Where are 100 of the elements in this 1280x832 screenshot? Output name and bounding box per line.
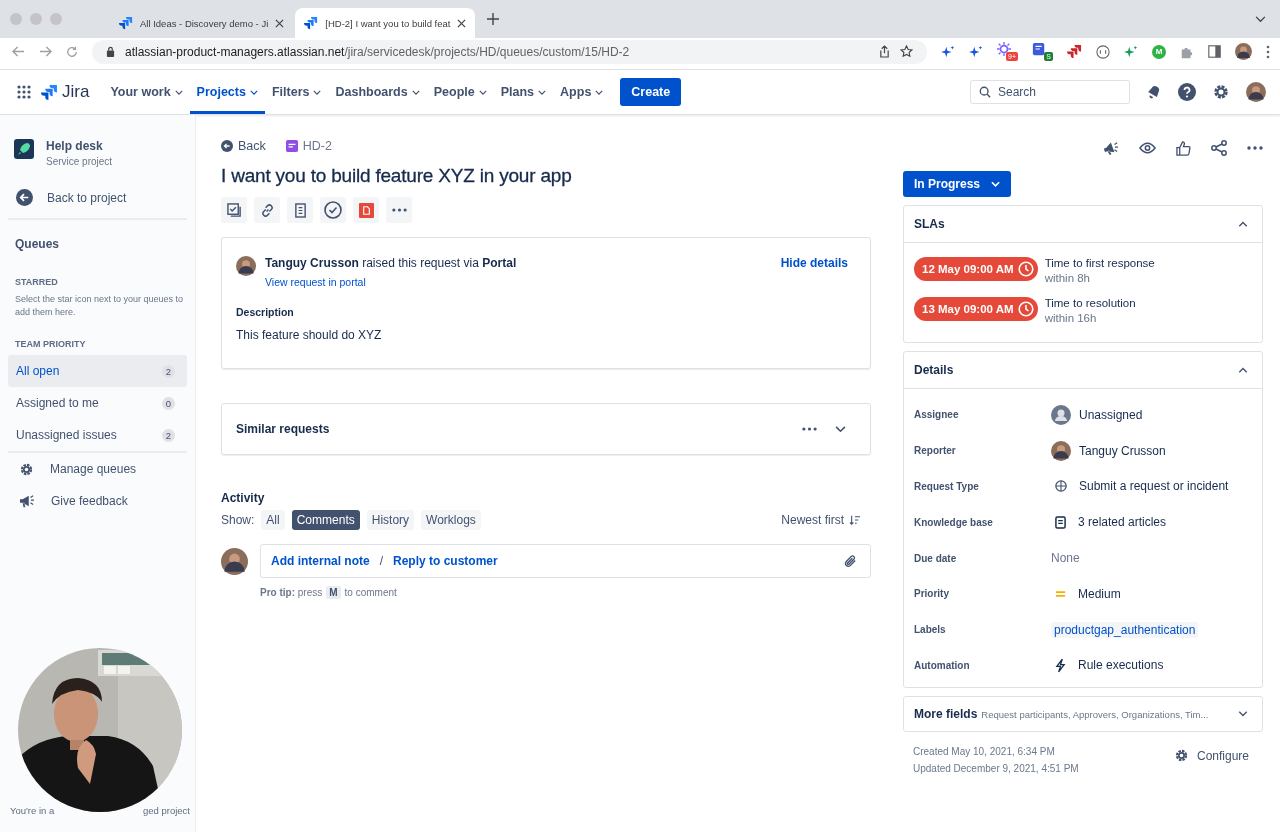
app-button[interactable] bbox=[353, 197, 379, 223]
queue-item[interactable]: Assigned to me 0 bbox=[8, 387, 187, 419]
back-arrow-icon bbox=[221, 140, 233, 152]
new-tab-icon[interactable] bbox=[487, 13, 500, 25]
sla-name: Time to resolution bbox=[1044, 297, 1136, 309]
side-panel-icon[interactable] bbox=[1208, 45, 1221, 58]
sidebar-action[interactable]: Manage queues bbox=[8, 453, 187, 485]
field-value[interactable]: Submit a request or incident bbox=[1079, 479, 1229, 494]
field-label: Request Type bbox=[914, 481, 980, 492]
thumbs-up-icon[interactable] bbox=[1176, 140, 1191, 156]
close-icon[interactable] bbox=[457, 18, 467, 28]
search-field[interactable]: Search bbox=[970, 80, 1130, 104]
chevron-down-icon bbox=[249, 89, 258, 95]
queue-item[interactable]: All open 2 bbox=[8, 355, 187, 387]
app-switcher-icon[interactable] bbox=[17, 85, 31, 99]
subtask-button[interactable] bbox=[221, 197, 247, 223]
footer-text: You're in a bbox=[10, 805, 55, 816]
reply-to-customer-link[interactable]: Reply to customer bbox=[393, 554, 498, 568]
document-button[interactable] bbox=[287, 197, 313, 223]
queue-item[interactable]: Unassigned issues 2 bbox=[8, 419, 187, 451]
user-avatar bbox=[1051, 440, 1071, 461]
created-date: Created May 10, 2021, 6:34 PM bbox=[913, 746, 1056, 758]
more-vertical-icon[interactable] bbox=[1266, 44, 1270, 59]
activity-filter[interactable]: Comments bbox=[291, 510, 360, 530]
more-icon[interactable] bbox=[802, 427, 817, 431]
lightning-icon bbox=[1055, 657, 1066, 673]
priority-medium-icon bbox=[1055, 589, 1066, 598]
chevron-icon[interactable] bbox=[1238, 367, 1248, 373]
share-icon[interactable] bbox=[1211, 140, 1227, 156]
comment-field[interactable]: Add internal note / Reply to customer bbox=[260, 544, 871, 578]
share-icon[interactable] bbox=[879, 45, 890, 58]
user-avatar[interactable] bbox=[1246, 82, 1266, 102]
ring-icon[interactable] bbox=[1096, 44, 1110, 59]
star-icon[interactable] bbox=[900, 45, 913, 58]
resolve-button[interactable] bbox=[320, 197, 346, 223]
status-dropdown[interactable]: In Progress bbox=[903, 171, 1012, 197]
activity-filter[interactable]: Worklogs bbox=[421, 510, 481, 530]
nav-menu-item[interactable]: Your work bbox=[103, 70, 190, 114]
back-arrow-icon[interactable] bbox=[12, 46, 25, 57]
nav-menu-item[interactable]: Projects bbox=[189, 70, 265, 114]
nav-menu-item[interactable]: Plans bbox=[493, 70, 554, 114]
megaphone-icon[interactable] bbox=[1103, 141, 1119, 155]
field-value[interactable]: None bbox=[1051, 551, 1080, 566]
sidebar-action[interactable]: Give feedback bbox=[8, 485, 187, 517]
nav-menu-item[interactable]: Apps bbox=[553, 70, 611, 114]
configure-button[interactable]: Configure bbox=[1173, 748, 1249, 764]
project-name[interactable]: Help desk bbox=[46, 139, 113, 153]
field-value[interactable]: Unassigned bbox=[1079, 407, 1143, 422]
browser-tab[interactable]: [HD-2] I want you to build feat bbox=[295, 8, 476, 38]
help-icon[interactable] bbox=[1178, 83, 1196, 101]
field-value[interactable]: Medium bbox=[1078, 586, 1121, 601]
sparkle-icon[interactable] bbox=[1124, 44, 1138, 59]
product-logo[interactable]: Jira bbox=[41, 82, 90, 102]
more-button[interactable] bbox=[386, 197, 412, 223]
bell-icon[interactable] bbox=[1146, 84, 1162, 100]
close-icon[interactable] bbox=[275, 18, 285, 28]
eye-icon[interactable] bbox=[1139, 142, 1156, 154]
field-value[interactable]: 3 related articles bbox=[1078, 515, 1167, 530]
more-icon[interactable] bbox=[1247, 146, 1263, 150]
nav-menu-item[interactable]: Filters bbox=[264, 70, 329, 114]
back-to-project-link[interactable]: Back to project bbox=[16, 189, 187, 206]
stacked-arrows-icon[interactable] bbox=[1067, 44, 1082, 59]
checkbox-stack-icon bbox=[226, 202, 242, 218]
field-label: Description bbox=[236, 306, 295, 318]
nav-menu-item[interactable]: People bbox=[426, 70, 494, 114]
forward-arrow-icon[interactable] bbox=[39, 46, 52, 57]
field-value[interactable]: Tanguy Crusson bbox=[1079, 443, 1166, 458]
jira-logo-icon bbox=[119, 16, 133, 30]
profile-avatar[interactable] bbox=[1235, 43, 1252, 60]
address-field[interactable]: atlassian-product-managers.atlassian.net/jira/servicedesk/projects/HD/queues/custom/15/HD-2 bbox=[92, 39, 927, 64]
sla-goal: within 8h bbox=[1044, 272, 1091, 284]
project-type: Service project bbox=[46, 156, 113, 167]
label-tag[interactable]: productgap_authentication bbox=[1051, 621, 1199, 638]
issue-title[interactable]: I want you to build feature XYZ in your app bbox=[221, 165, 871, 187]
paperclip-icon[interactable] bbox=[843, 553, 858, 569]
activity-filter[interactable]: All bbox=[261, 510, 285, 530]
reload-icon[interactable] bbox=[66, 45, 78, 58]
nav-menu-item[interactable]: Dashboards bbox=[328, 70, 427, 114]
globe-icon bbox=[1055, 480, 1067, 493]
back-link[interactable]: Back bbox=[221, 139, 266, 153]
link-button[interactable] bbox=[254, 197, 280, 223]
settings-icon[interactable] bbox=[1212, 83, 1230, 101]
tip-text: to comment bbox=[344, 587, 397, 598]
separator-text: / bbox=[379, 554, 383, 568]
sparkle-icon[interactable] bbox=[969, 44, 983, 59]
hide-details-link[interactable]: Hide details bbox=[780, 256, 848, 270]
chevron-down-icon[interactable] bbox=[1255, 16, 1266, 23]
activity-filter[interactable]: History bbox=[366, 510, 415, 530]
view-in-portal-link[interactable]: View request in portal bbox=[265, 276, 517, 288]
sparkle-icon[interactable] bbox=[941, 44, 955, 59]
chevron-icon[interactable] bbox=[1238, 711, 1248, 718]
create-button[interactable]: Create bbox=[620, 78, 682, 106]
field-value[interactable]: Rule executions bbox=[1078, 658, 1164, 673]
sort-button[interactable]: Newest first bbox=[781, 513, 861, 527]
add-internal-note-link[interactable]: Add internal note bbox=[271, 554, 370, 568]
chevron-icon[interactable] bbox=[1238, 221, 1248, 227]
jira-logo-icon bbox=[41, 83, 58, 101]
browser-tab[interactable]: All Ideas - Discovery demo - Ji bbox=[110, 8, 294, 38]
chevron-icon[interactable] bbox=[835, 425, 846, 433]
issue-key-link[interactable]: HD-2 bbox=[285, 139, 332, 153]
